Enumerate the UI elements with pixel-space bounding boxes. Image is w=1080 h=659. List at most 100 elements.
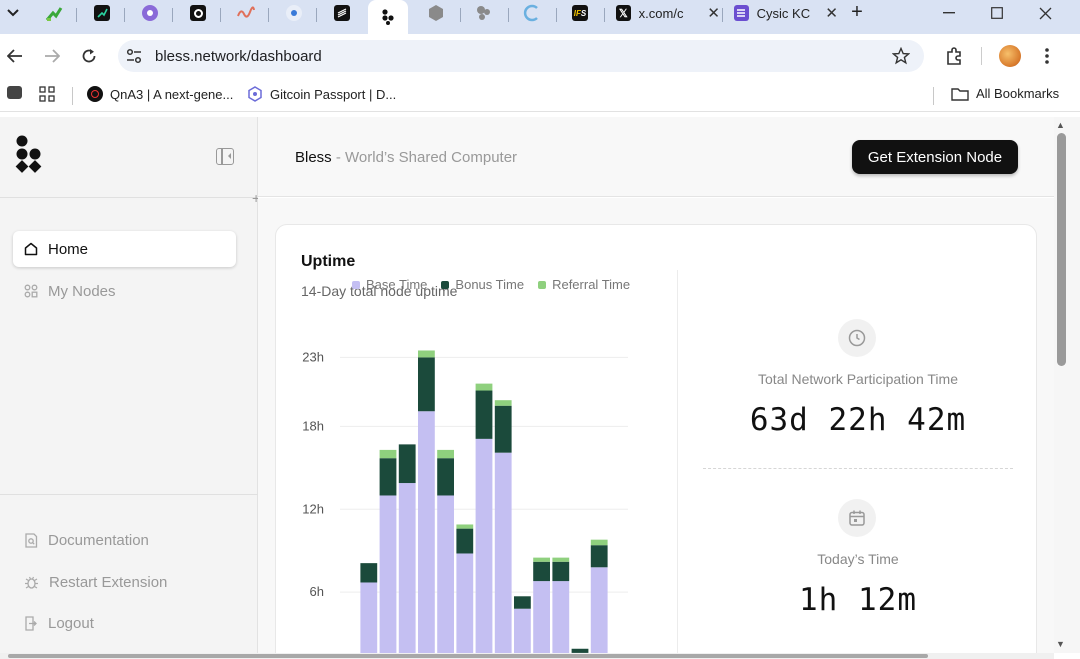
tab-divider — [76, 8, 77, 22]
tab-2[interactable] — [88, 0, 116, 26]
bar-segment-bonus-time — [533, 561, 550, 582]
profile-avatar[interactable] — [999, 45, 1021, 67]
tab-bless-active[interactable] — [368, 0, 408, 34]
bookmark-gitcoin[interactable]: Gitcoin Passport | D... — [247, 86, 396, 102]
apps-grid-icon — [39, 86, 55, 102]
document-search-icon — [25, 532, 38, 548]
all-bookmarks-button[interactable]: All Bookmarks — [951, 86, 1059, 101]
tab-divider — [460, 8, 461, 22]
apps-button[interactable] — [39, 86, 55, 102]
sidebar-item-documentation[interactable]: Documentation — [13, 522, 236, 558]
bar-segment-bonus-time — [379, 458, 397, 496]
scrollbar-thumb[interactable] — [8, 654, 928, 658]
form-icon — [734, 5, 749, 21]
bar-segment-base-time — [590, 567, 608, 653]
tab-divider — [316, 8, 317, 22]
bar-segment-referral-time — [437, 449, 454, 459]
bar-segment-base-time — [418, 411, 435, 653]
browser-menu-button[interactable] — [1034, 43, 1060, 69]
sidebar-item-label: Logout — [48, 614, 94, 632]
tab-search-dropdown[interactable] — [0, 0, 26, 26]
bar-segment-bonus-time — [475, 390, 493, 439]
address-bar[interactable]: bless.network/dashboard — [118, 40, 924, 72]
site-settings-icon — [126, 48, 142, 64]
tab-4[interactable] — [184, 0, 212, 26]
get-extension-node-button[interactable]: Get Extension Node — [852, 140, 1018, 174]
arrow-right-icon — [45, 49, 60, 63]
clock-icon — [838, 319, 876, 357]
maximize-button[interactable] — [974, 0, 1020, 26]
bar-segment-base-time — [437, 495, 454, 653]
puzzle-icon — [947, 47, 961, 65]
all-bookmarks-label: All Bookmarks — [976, 86, 1060, 101]
bookmark-star-icon[interactable] — [892, 47, 910, 65]
passport-icon — [248, 86, 262, 102]
tab-12[interactable]: IF S — [566, 0, 594, 26]
sidebar-item-restart-extension[interactable]: Restart Extension — [13, 564, 236, 600]
bar-segment-base-time — [398, 483, 416, 653]
scroll-down-icon[interactable]: ▼ — [1056, 639, 1065, 649]
forward-button[interactable] — [40, 44, 64, 68]
tab-x[interactable]: 𝕏 x.com/c ✕ — [608, 0, 720, 26]
horizontal-scrollbar[interactable] — [0, 653, 1054, 659]
sidebar-item-logout[interactable]: Logout — [13, 605, 236, 641]
bookmark-app-1[interactable] — [7, 86, 22, 99]
sidebar-item-label: Documentation — [48, 531, 149, 549]
close-icon[interactable]: ✕ — [825, 4, 838, 22]
brand-tagline: - World’s Shared Computer — [335, 149, 518, 166]
bar-segment-base-time — [475, 438, 493, 653]
bar-segment-bonus-time — [418, 357, 435, 412]
close-icon[interactable]: ✕ — [707, 4, 720, 22]
tab-divider — [220, 8, 221, 22]
bookmark-label: Gitcoin Passport | D... — [270, 86, 397, 102]
minimize-button[interactable] — [926, 0, 972, 26]
back-button[interactable] — [3, 44, 27, 68]
scroll-up-icon[interactable]: ▲ — [1056, 120, 1065, 130]
bar-segment-referral-time — [475, 383, 493, 391]
extensions-button[interactable] — [941, 43, 967, 69]
folder-icon — [951, 87, 969, 101]
tab-divider — [508, 8, 509, 22]
chart-arrow-icon — [45, 7, 63, 21]
tab-10[interactable] — [470, 0, 498, 26]
sidebar-item-label: Home — [48, 240, 89, 258]
vertical-scrollbar[interactable]: ▲ ▼ — [1054, 117, 1080, 653]
bar-segment-bonus-time — [494, 405, 512, 453]
kebab-menu-icon — [1045, 48, 1049, 64]
new-tab-button[interactable]: + — [846, 2, 868, 24]
tab-divider — [556, 8, 557, 22]
tab-11[interactable] — [518, 0, 546, 26]
tab-cysic[interactable]: Cysic KC ✕ — [726, 0, 838, 26]
bar-segment-base-time — [514, 608, 531, 653]
arrow-left-icon — [7, 49, 22, 63]
x-logo-icon: 𝕏 — [616, 5, 631, 21]
bar-segment-bonus-time — [437, 458, 454, 496]
scrollbar-thumb[interactable] — [1057, 133, 1066, 366]
bar-segment-bonus-time — [514, 596, 531, 609]
y-tick-label: 6h — [310, 584, 324, 599]
y-tick-label: 12h — [302, 501, 324, 516]
close-icon — [1039, 7, 1051, 19]
tab-7[interactable] — [328, 0, 356, 26]
bar-segment-base-time — [533, 581, 550, 653]
tab-5[interactable] — [232, 0, 260, 26]
tab-9[interactable] — [422, 0, 450, 26]
page-title: Bless - World’s Shared Computer — [295, 149, 517, 166]
uptime-title: Uptime — [301, 253, 356, 270]
bookmark-qna3[interactable]: QnA3 | A next-gene... — [87, 86, 233, 102]
trend-icon — [94, 5, 110, 21]
browser-toolbar: bless.network/dashboard — [0, 34, 1080, 78]
sidebar-item-my-nodes[interactable]: My Nodes — [13, 273, 236, 309]
sidebar-collapse-icon[interactable] — [216, 148, 234, 165]
tab-6[interactable] — [280, 0, 308, 26]
reload-button[interactable] — [77, 44, 101, 68]
sidebar-item-home[interactable]: Home — [13, 231, 236, 267]
app-square-icon — [7, 86, 22, 99]
tab-3[interactable] — [136, 0, 164, 26]
y-tick-label: 18h — [302, 418, 324, 433]
bar-segment-referral-time — [456, 524, 474, 529]
bar-segment-base-time — [456, 553, 474, 653]
nodes-icon — [24, 284, 38, 298]
tab-1[interactable] — [40, 0, 68, 26]
close-window-button[interactable] — [1022, 0, 1068, 26]
